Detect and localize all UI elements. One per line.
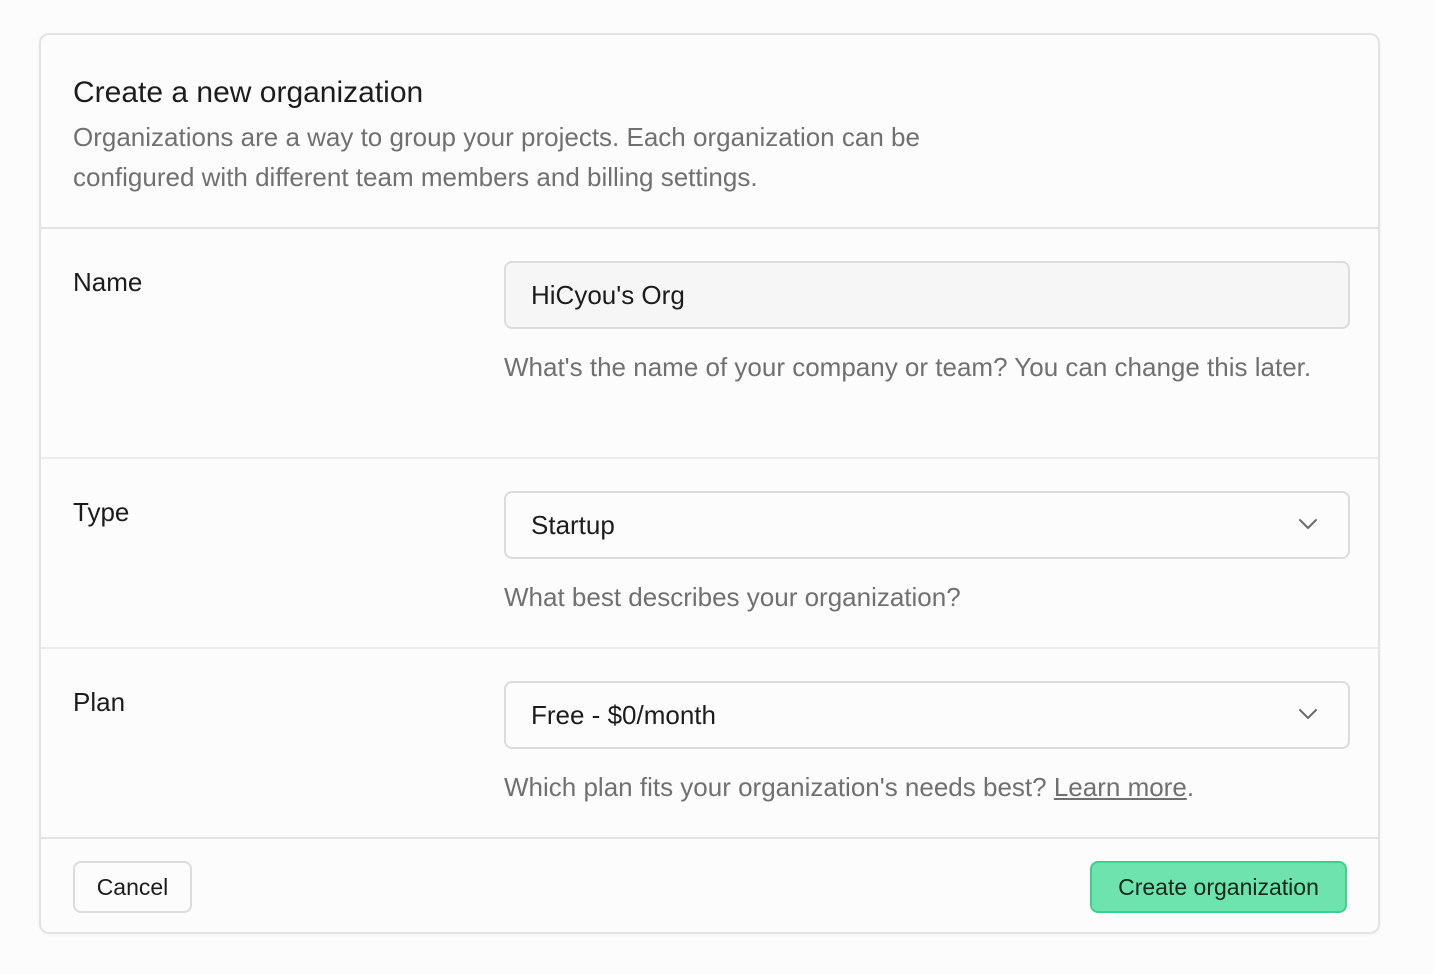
page-title: Create a new organization: [73, 76, 424, 109]
card-footer: Cancel Create organization: [41, 839, 1378, 934]
chevron-down-icon: [1299, 709, 1317, 719]
name-input-value: HiCyou's Org: [531, 280, 685, 310]
plan-help-text: Which plan fits your organization's need…: [504, 767, 1334, 807]
type-help-text: What best describes your organization?: [504, 582, 961, 612]
create-organization-button[interactable]: Create organization: [1090, 861, 1347, 913]
plan-row: Plan Free - $0/month Which plan fits you…: [41, 649, 1378, 839]
type-select-value: Startup: [531, 510, 615, 540]
plan-select[interactable]: Free - $0/month: [504, 681, 1350, 749]
name-help-text: What's the name of your company or team?…: [504, 352, 1312, 382]
plan-help-suffix: .: [1186, 772, 1195, 802]
name-row: Name HiCyou's Org What's the name of you…: [41, 229, 1378, 459]
type-select[interactable]: Startup: [504, 491, 1350, 559]
name-input[interactable]: HiCyou's Org: [504, 261, 1350, 329]
plan-label: Plan: [73, 687, 126, 717]
chevron-down-icon: [1299, 519, 1317, 529]
type-label: Type: [73, 497, 130, 527]
create-organization-card: Create a new organization Organizations …: [39, 33, 1380, 934]
learn-more-link[interactable]: Learn more: [1054, 772, 1187, 802]
plan-help-label: Which plan fits your organization's need…: [504, 772, 1047, 802]
plan-select-value: Free - $0/month: [531, 700, 716, 730]
card-header: Create a new organization Organizations …: [41, 35, 1378, 229]
page-description: Organizations are a way to group your pr…: [73, 122, 920, 192]
type-row: Type Startup What best describes your or…: [41, 459, 1378, 649]
cancel-button[interactable]: Cancel: [73, 861, 192, 913]
name-label: Name: [73, 267, 143, 297]
